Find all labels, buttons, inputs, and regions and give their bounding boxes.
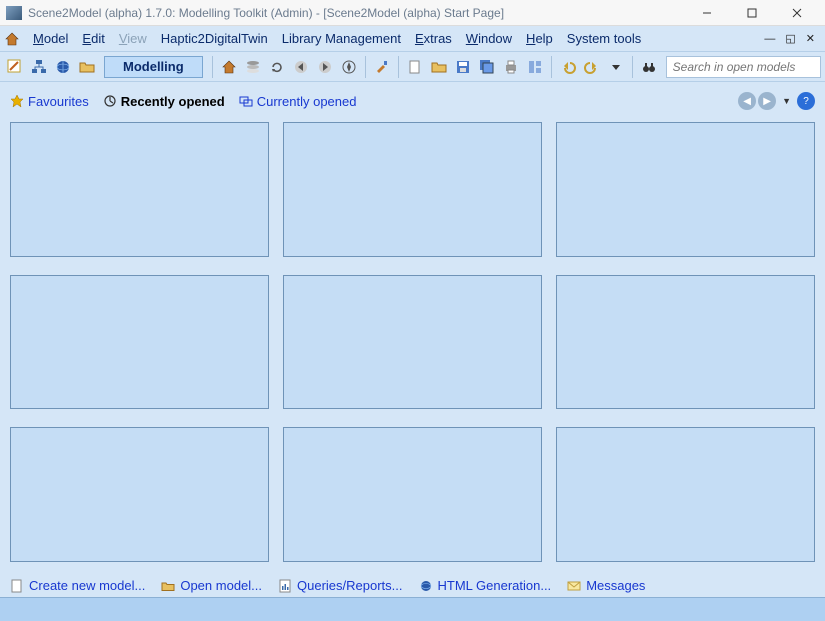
globe-icon [419,579,433,593]
minimize-button[interactable] [684,0,729,26]
windows-icon [239,94,253,108]
search-input-wrapper [666,56,821,78]
window-controls [684,0,819,26]
star-icon [10,94,24,108]
nav-prev-button[interactable]: ◀ [738,92,756,110]
recent-card[interactable] [10,122,269,257]
mdi-restore-button[interactable]: ◱ [783,32,797,45]
recent-grid [10,116,815,572]
html-gen-link[interactable]: HTML Generation... [419,578,552,593]
app-icon [6,6,22,20]
save-icon[interactable] [452,56,474,78]
binoculars-icon[interactable] [638,56,660,78]
html-gen-label: HTML Generation... [438,578,552,593]
dropdown-icon[interactable] [605,56,627,78]
start-tabs: Favourites Recently opened Currently ope… [10,90,815,116]
mode-selector[interactable]: Modelling [104,56,203,78]
tab-current[interactable]: Currently opened [239,94,357,109]
menu-library[interactable]: Library Management [275,28,408,49]
nav-arrows: ◀ ▶ ▼ ? [738,92,815,110]
menu-window[interactable]: Window [459,28,519,49]
undo-icon[interactable] [557,56,579,78]
open-model-label: Open model... [180,578,262,593]
home-icon[interactable] [4,31,20,47]
recent-card[interactable] [556,122,815,257]
refresh-icon[interactable] [266,56,288,78]
queries-link[interactable]: Queries/Reports... [278,578,403,593]
messages-label: Messages [586,578,645,593]
tree-icon[interactable] [28,56,50,78]
recent-card[interactable] [556,275,815,410]
search-input[interactable] [673,60,814,74]
messages-link[interactable]: Messages [567,578,645,593]
recent-card[interactable] [283,427,542,562]
recent-card[interactable] [283,122,542,257]
recent-card[interactable] [10,275,269,410]
mdi-close-button[interactable]: ✕ [804,32,817,45]
maximize-button[interactable] [729,0,774,26]
new-file-icon [10,579,24,593]
window-title: Scene2Model (alpha) 1.7.0: Modelling Too… [28,6,684,20]
start-page: Favourites Recently opened Currently ope… [0,82,825,597]
menu-view: View [112,28,154,49]
statusbar [0,597,825,621]
nav-dropdown-icon[interactable]: ▼ [778,96,795,106]
recent-card[interactable] [283,275,542,410]
titlebar: Scene2Model (alpha) 1.7.0: Modelling Too… [0,0,825,26]
save-all-icon[interactable] [476,56,498,78]
tab-current-label: Currently opened [257,94,357,109]
print-icon[interactable] [500,56,522,78]
toolbar: Modelling [0,52,825,82]
forward-icon[interactable] [314,56,336,78]
folder-open-icon[interactable] [76,56,98,78]
tab-recent[interactable]: Recently opened [103,94,225,109]
new-file-icon[interactable] [404,56,426,78]
recent-card[interactable] [10,427,269,562]
menu-model[interactable]: Modeldocument.currentScript.previousElem… [26,28,75,49]
tab-favourites[interactable]: Favourites [10,94,89,109]
menu-edit[interactable]: Edit [75,28,111,49]
create-model-link[interactable]: Create new model... [10,578,145,593]
open-model-link[interactable]: Open model... [161,578,262,593]
menu-help[interactable]: Help [519,28,560,49]
compass-icon[interactable] [338,56,360,78]
report-icon [278,579,292,593]
back-icon[interactable] [290,56,312,78]
menu-haptic[interactable]: Haptic2DigitalTwin [154,28,275,49]
globe-icon[interactable] [52,56,74,78]
tab-favourites-label: Favourites [28,94,89,109]
create-model-label: Create new model... [29,578,145,593]
bottom-links: Create new model... Open model... Querie… [10,572,815,597]
mail-icon [567,579,581,593]
folder-icon[interactable] [428,56,450,78]
menu-system[interactable]: System tools [560,28,648,49]
close-button[interactable] [774,0,819,26]
redo-icon[interactable] [581,56,603,78]
clock-icon [103,94,117,108]
layout-icon[interactable] [524,56,546,78]
recent-card[interactable] [556,427,815,562]
folder-open-icon [161,579,175,593]
nav-next-button[interactable]: ▶ [758,92,776,110]
menu-extras[interactable]: Extras [408,28,459,49]
brush-icon[interactable] [371,56,393,78]
mdi-minimize-button[interactable]: — [762,33,777,45]
home-icon-tb[interactable] [218,56,240,78]
tab-recent-label: Recently opened [121,94,225,109]
menubar: Modeldocument.currentScript.previousElem… [0,26,825,52]
stack-icon[interactable] [242,56,264,78]
queries-label: Queries/Reports... [297,578,403,593]
edit-icon[interactable] [4,56,26,78]
help-button[interactable]: ? [797,92,815,110]
